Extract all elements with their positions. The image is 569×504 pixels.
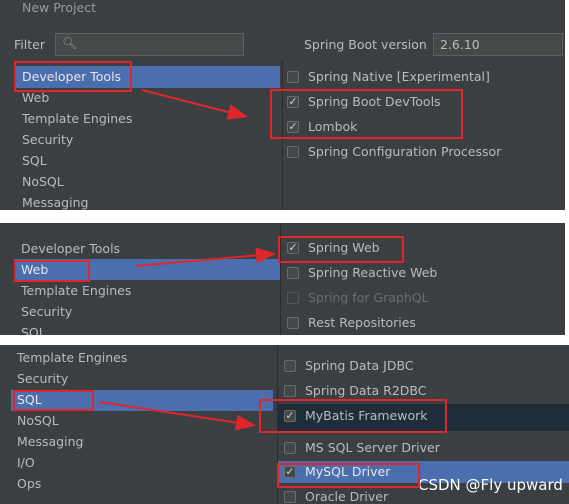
checkbox[interactable] [284,385,296,397]
dependency-spring-reactive-web[interactable]: Spring Reactive Web [287,263,437,283]
dependency-label: Spring Native [Experimental] [308,69,490,84]
annotation-box-devtools-lombok [270,89,463,139]
dependency-label: Oracle Driver [305,489,389,504]
spring-boot-version-select[interactable]: 2.6.10 [433,33,563,56]
dependency-spring-data-jdbc[interactable]: Spring Data JDBC [284,356,414,376]
checkbox-disabled [287,292,299,304]
dependency-label: Spring Configuration Processor [308,144,502,159]
dependency-label: MS SQL Server Driver [305,440,440,455]
category-security[interactable]: Security [17,368,68,389]
dependency-spring-data-r2dbc[interactable]: Spring Data R2DBC [284,381,426,401]
category-sql[interactable]: SQL [22,150,47,171]
category-ops[interactable]: Ops [17,473,41,494]
checkbox[interactable] [284,491,296,503]
annotation-box-web [14,260,90,282]
dependency-label: Spring Reactive Web [308,265,438,280]
dependency-ms-sql-server-driver[interactable]: MS SQL Server Driver [284,438,440,458]
category-nosql[interactable]: NoSQL [17,410,59,431]
checkbox[interactable] [287,146,299,158]
category-nosql[interactable]: NoSQL [22,171,64,192]
category-security[interactable]: Security [22,129,73,150]
watermark: CSDN @Fly upward [418,476,563,494]
category-list: Developer Tools Web Template Engines Sec… [21,238,281,335]
filter-input[interactable]: 🔍︎ [55,33,244,56]
dependency-label: Spring for GraphQL [308,290,429,305]
dependency-label: Spring Data R2DBC [305,383,427,398]
checkbox[interactable] [287,71,299,83]
category-messaging[interactable]: Messaging [17,431,83,452]
spring-boot-version-label: Spring Boot version [304,37,427,52]
checkbox[interactable] [284,360,296,372]
annotation-box-mybatis [259,399,447,433]
dependency-label: Spring Data JDBC [305,358,414,373]
category-messaging[interactable]: Messaging [22,192,88,210]
dependency-spring-native[interactable]: Spring Native [Experimental] [287,67,490,87]
checkbox[interactable] [284,442,296,454]
category-security[interactable]: Security [21,301,72,322]
annotation-box-mysql-driver [277,463,420,488]
annotation-box-spring-web [278,236,404,263]
window-title: New Project [22,0,97,15]
category-developer-tools[interactable]: Developer Tools [21,238,120,259]
category-sql[interactable]: SQL [21,322,46,335]
category-template-engines[interactable]: Template Engines [17,347,127,368]
annotation-box-sql [13,390,94,411]
category-io[interactable]: I/O [17,452,35,473]
checkbox[interactable] [287,267,299,279]
dependency-rest-repositories[interactable]: Rest Repositories [287,313,416,333]
category-template-engines[interactable]: Template Engines [22,108,132,129]
dependency-spring-configuration-processor[interactable]: Spring Configuration Processor [287,142,501,162]
category-list: Template Engines Security SQL NoSQL Mess… [17,347,277,504]
dependency-label: Rest Repositories [308,315,416,330]
dependency-spring-for-graphql: Spring for GraphQL [287,288,429,308]
dependency-oracle-driver[interactable]: Oracle Driver [284,487,388,504]
filter-label: Filter [14,37,45,52]
search-icon: 🔍︎ [62,36,78,50]
category-template-engines[interactable]: Template Engines [21,280,131,301]
checkbox[interactable] [287,317,299,329]
annotation-box-developer-tools [14,61,132,92]
